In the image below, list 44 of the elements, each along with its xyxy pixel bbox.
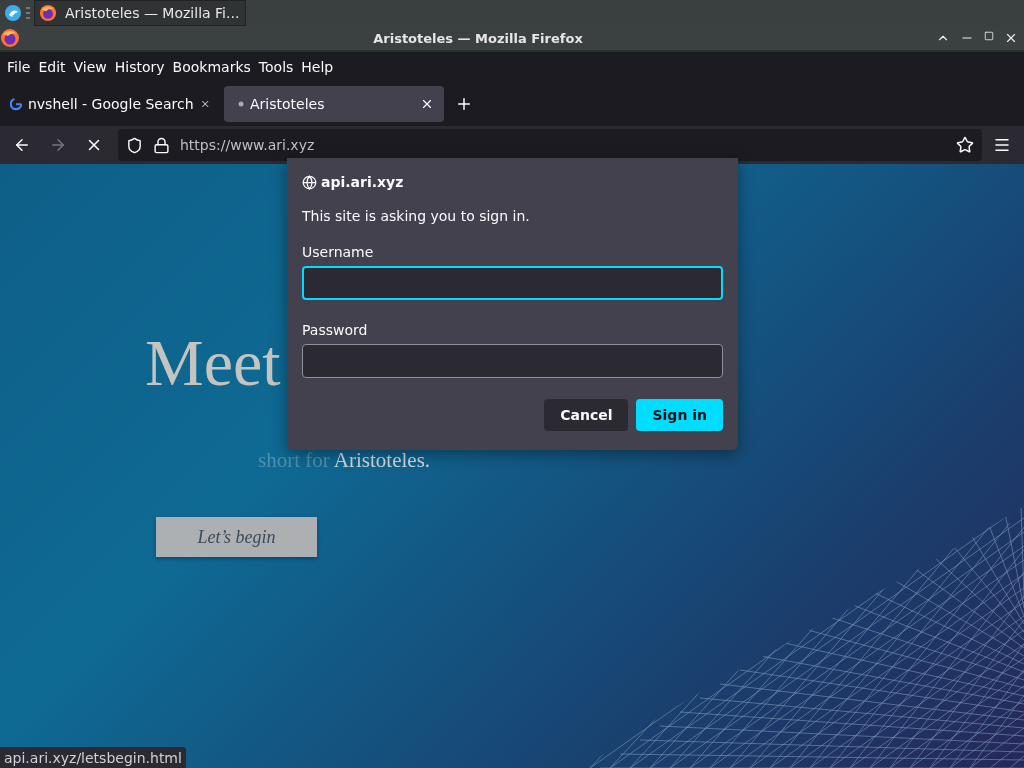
menu-item[interactable]: Bookmarks: [168, 59, 255, 75]
close-icon[interactable]: [1004, 31, 1018, 45]
firefox-logo-icon: [0, 28, 20, 48]
shield-icon[interactable]: [126, 136, 143, 154]
bird-logo-icon[interactable]: [4, 4, 22, 22]
lock-icon[interactable]: [153, 136, 170, 154]
window-title: Aristoteles — Mozilla Firefox: [372, 30, 584, 46]
back-icon[interactable]: [13, 136, 31, 154]
status-bar: api.ari.xyz/letsbegin.html: [0, 747, 186, 768]
page-heading: Meet: [145, 330, 281, 396]
page-subtitle: short for Aristoteles.: [258, 448, 431, 473]
browser-tab[interactable]: nvshell - Google Search: [2, 86, 220, 122]
drag-handle-icon: [26, 7, 30, 19]
menu-item[interactable]: History: [110, 59, 169, 75]
globe-icon: [302, 174, 317, 190]
firefox-logo-icon: [39, 4, 57, 22]
tab-title: nvshell - Google Search: [27, 96, 194, 112]
menu-item[interactable]: Tools: [254, 59, 298, 75]
dialog-host: api.ari.xyz: [321, 174, 404, 190]
close-tab-icon[interactable]: [420, 97, 434, 111]
tab-title: Aristoteles: [250, 96, 326, 112]
maximize-icon[interactable]: [984, 31, 994, 41]
password-field[interactable]: [302, 344, 723, 378]
dialog-message: This site is asking you to sign in.: [302, 208, 531, 224]
taskbar-window-button[interactable]: Aristoteles — Mozilla Fi...: [34, 0, 247, 26]
cancel-button[interactable]: Cancel: [544, 399, 629, 431]
menu-item[interactable]: Edit: [34, 59, 70, 75]
google-logo-icon: [10, 96, 22, 112]
begin-button[interactable]: Let’s begin: [156, 517, 317, 557]
loading-dot-icon: [238, 101, 244, 107]
field-label: Password: [302, 322, 369, 338]
menu-item[interactable]: View: [69, 59, 111, 75]
field-label: Username: [302, 244, 375, 260]
new-tab-icon[interactable]: [455, 95, 473, 113]
menu-item[interactable]: File: [3, 59, 35, 75]
bookmark-star-icon[interactable]: [956, 136, 974, 154]
menu-item[interactable]: Help: [297, 59, 338, 75]
browser-tab[interactable]: Aristoteles: [224, 86, 444, 122]
url-text: https://www.ari.xyz: [180, 137, 316, 153]
address-bar[interactable]: https://www.ari.xyz: [118, 129, 982, 161]
username-field[interactable]: [302, 266, 723, 300]
forward-icon[interactable]: [49, 136, 67, 154]
menu-icon[interactable]: [993, 136, 1011, 154]
sign-in-button[interactable]: Sign in: [636, 399, 723, 431]
